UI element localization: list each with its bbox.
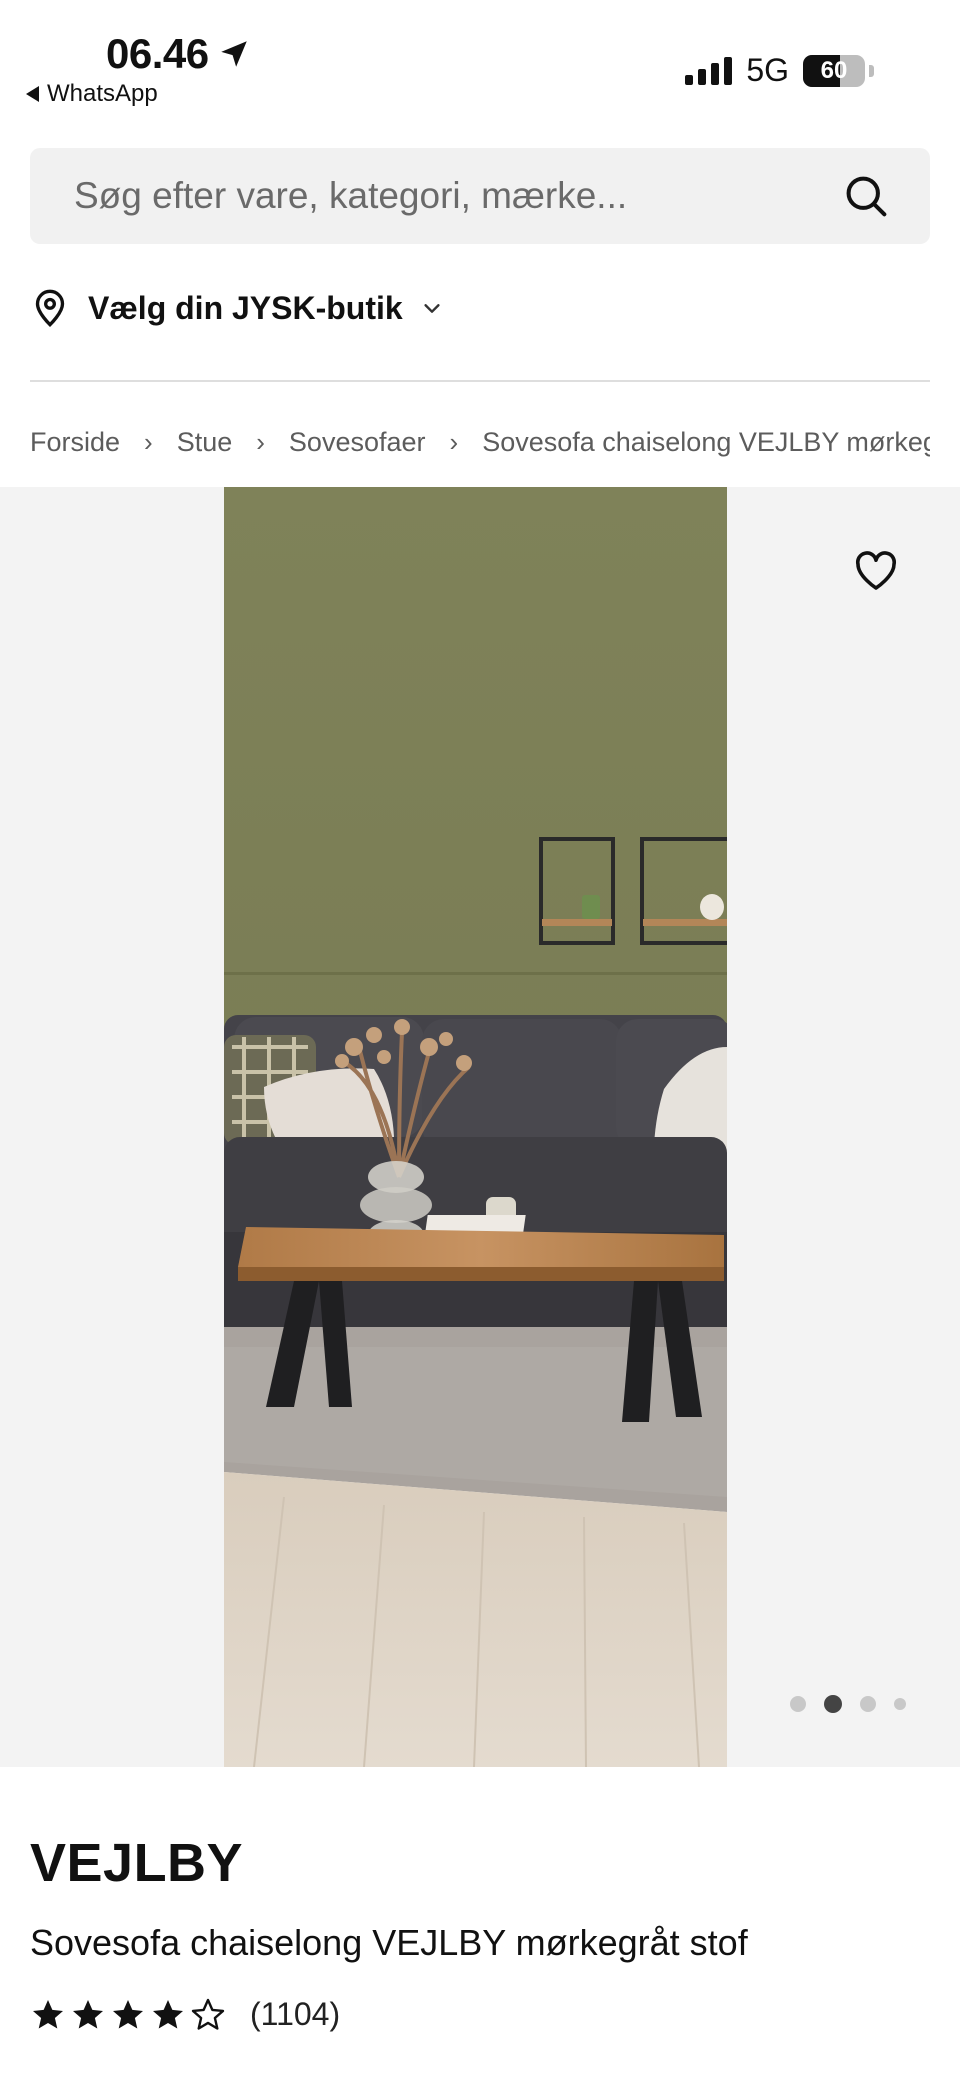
location-arrow-icon bbox=[220, 41, 247, 67]
star-filled-icon bbox=[73, 1999, 103, 2028]
clock-time: 06.46 bbox=[106, 30, 209, 77]
star-empty-icon bbox=[191, 1998, 225, 2030]
chevron-down-icon bbox=[424, 304, 440, 313]
search-input[interactable] bbox=[74, 175, 842, 217]
breadcrumb-item-stue[interactable]: Stue bbox=[177, 427, 233, 458]
pagination-dot[interactable] bbox=[860, 1696, 876, 1712]
search-icon bbox=[846, 176, 887, 217]
breadcrumb: Forside › Stue › Sovesofaer › Sovesofa c… bbox=[30, 422, 930, 462]
battery-percent: 60 bbox=[820, 56, 848, 84]
pagination-dot[interactable] bbox=[790, 1696, 806, 1712]
battery-cap bbox=[869, 64, 874, 77]
product-photo[interactable] bbox=[224, 487, 727, 1767]
status-indicators: 5G 60 bbox=[685, 52, 874, 89]
living-room-scene bbox=[224, 487, 727, 1767]
pagination-dot[interactable] bbox=[824, 1695, 842, 1713]
search-button[interactable] bbox=[842, 172, 890, 220]
battery-icon: 60 bbox=[803, 54, 865, 87]
favorite-button[interactable] bbox=[852, 547, 900, 595]
chevron-right-icon: › bbox=[256, 426, 265, 457]
back-to-app-link[interactable]: WhatsApp bbox=[26, 80, 158, 108]
breadcrumb-item-forside[interactable]: Forside bbox=[30, 427, 120, 458]
store-selector-label: Vælg din JYSK-butik bbox=[88, 289, 403, 326]
product-brand: VEJLBY bbox=[30, 1833, 244, 1893]
review-count[interactable]: (1104) bbox=[250, 1996, 340, 2033]
search-bar bbox=[30, 148, 930, 244]
chevron-right-icon: › bbox=[449, 426, 459, 457]
rating-stars bbox=[30, 1997, 226, 2033]
cellular-signal-icon bbox=[685, 56, 733, 85]
star-filled-icon bbox=[153, 1999, 183, 2028]
clock: 06.46 bbox=[106, 30, 251, 78]
back-app-label: WhatsApp bbox=[47, 80, 158, 107]
store-selector[interactable]: Vælg din JYSK-butik bbox=[30, 288, 443, 328]
status-bar: 06.46 WhatsApp 5G 60 bbox=[0, 0, 960, 130]
heart-icon bbox=[855, 551, 897, 590]
breadcrumb-item-sovesofaer[interactable]: Sovesofaer bbox=[289, 427, 426, 458]
divider bbox=[30, 380, 930, 382]
product-rating[interactable]: (1104) bbox=[30, 1996, 340, 2033]
pagination-dot[interactable] bbox=[894, 1698, 906, 1710]
back-triangle-icon bbox=[26, 86, 39, 102]
star-filled-icon bbox=[113, 1999, 143, 2028]
location-pin-icon bbox=[35, 289, 65, 327]
breadcrumb-item-current: Sovesofa chaiselong VEJLBY mørkegråt sto… bbox=[482, 426, 930, 457]
product-image-gallery[interactable] bbox=[0, 487, 960, 1767]
product-name: Sovesofa chaiselong VEJLBY mørkegråt sto… bbox=[30, 1922, 748, 1963]
star-filled-icon bbox=[33, 1999, 63, 2028]
chevron-right-icon: › bbox=[144, 426, 153, 457]
gallery-pagination-dots bbox=[790, 1695, 906, 1713]
network-type: 5G bbox=[746, 52, 789, 88]
